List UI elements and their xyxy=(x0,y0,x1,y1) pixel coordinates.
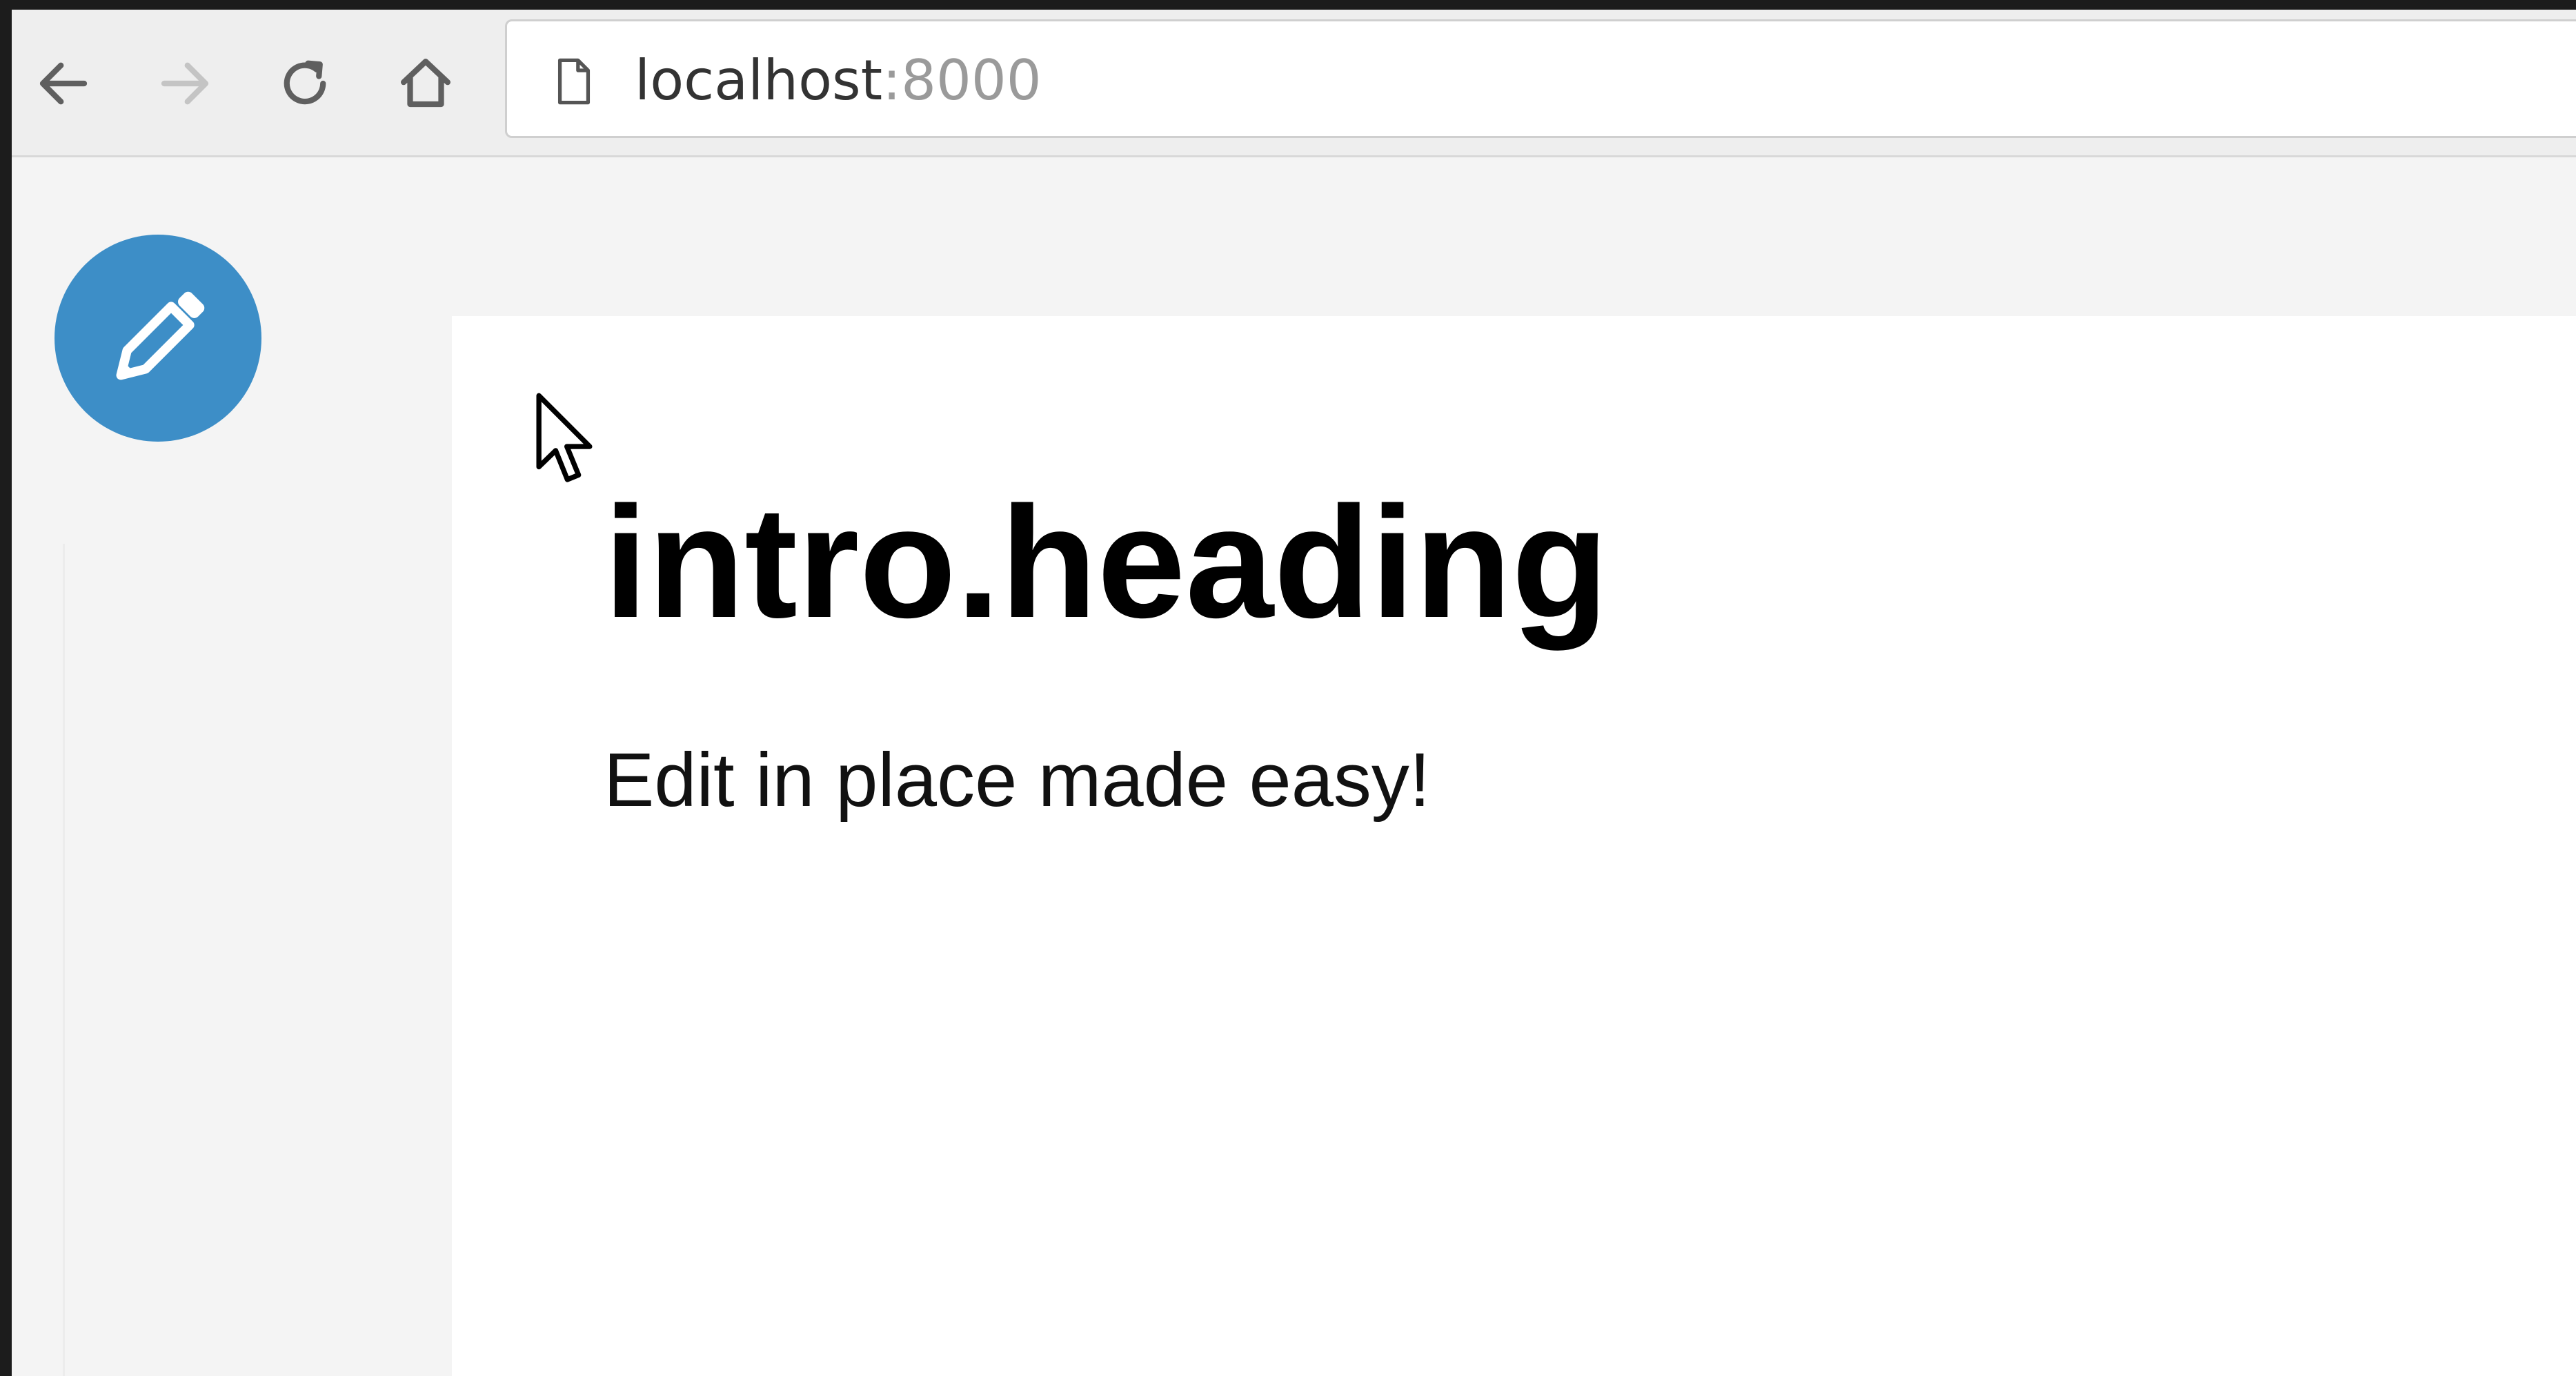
url-text[interactable]: localhost:8000 xyxy=(635,46,1042,115)
arrow-right-icon xyxy=(161,62,209,105)
forward-button[interactable] xyxy=(147,46,223,121)
screen: localhost:8000 intro.heading Edit in pla… xyxy=(0,0,2576,1376)
arrow-left-icon xyxy=(39,62,88,105)
page-icon xyxy=(557,58,591,105)
reload-icon xyxy=(284,60,326,105)
url-port: :8000 xyxy=(882,48,1042,112)
decorative-line xyxy=(63,544,65,1376)
pencil-icon xyxy=(116,291,205,380)
browser-window: localhost:8000 intro.heading Edit in pla… xyxy=(12,10,2576,1376)
home-button[interactable] xyxy=(388,46,464,121)
edit-button[interactable] xyxy=(55,235,261,442)
url-host: localhost xyxy=(635,48,883,112)
back-button[interactable] xyxy=(26,46,101,121)
content-card: intro.heading Edit in place made easy! xyxy=(452,316,2576,1376)
page-heading[interactable]: intro.heading xyxy=(604,469,1609,656)
reload-button[interactable] xyxy=(267,46,343,121)
page-viewport: intro.heading Edit in place made easy! xyxy=(12,157,2576,1376)
home-icon xyxy=(401,59,450,108)
browser-toolbar: localhost:8000 xyxy=(12,10,2576,157)
address-bar[interactable]: localhost:8000 xyxy=(505,19,2576,138)
intro-text[interactable]: Edit in place made easy! xyxy=(604,736,1430,825)
